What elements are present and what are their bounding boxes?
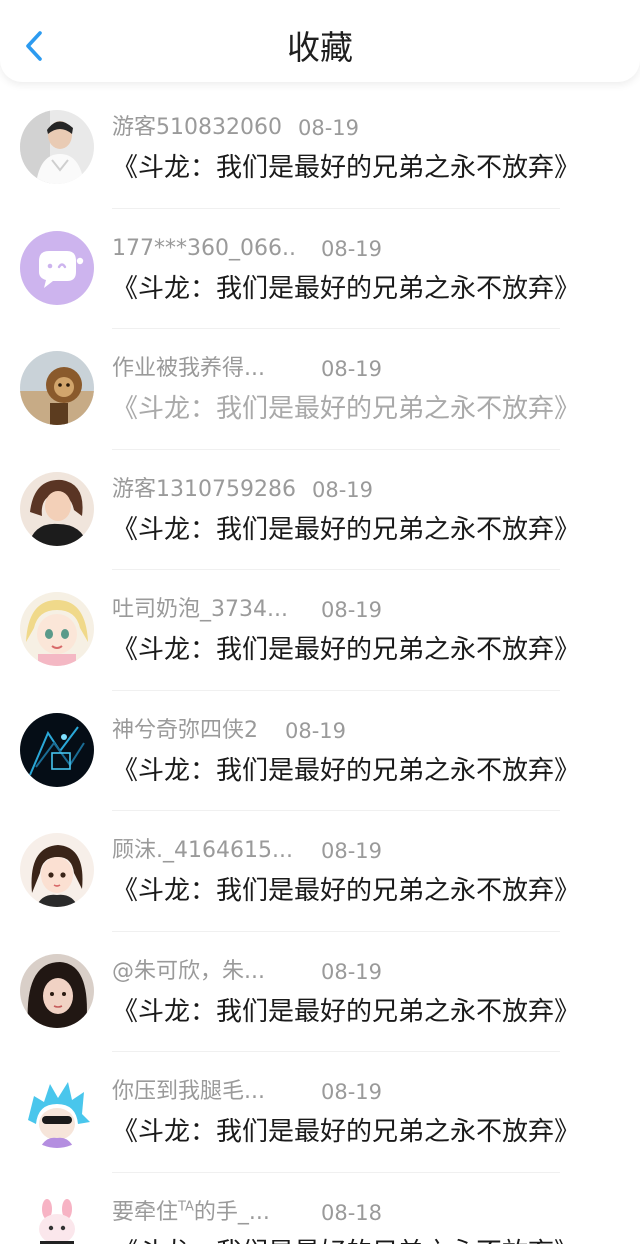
username: 游客1310759286 [112, 476, 296, 502]
favorite-title[interactable]: 《斗龙：我们是最好的兄弟之永不放弃》 [112, 873, 580, 909]
list-item[interactable]: 顾沫._4164615... 08-19 《斗龙：我们是最好的兄弟之永不放弃》 [0, 811, 640, 932]
favorite-title[interactable]: 《斗龙：我们是最好的兄弟之永不放弃》 [112, 512, 580, 548]
avatar[interactable] [20, 230, 94, 305]
avatar[interactable] [20, 1074, 94, 1148]
date: 08-19 [321, 839, 383, 863]
favorite-title[interactable]: 《斗龙：我们是最好的兄弟之永不放弃》 [112, 753, 580, 789]
list-item[interactable]: 要牵住TA的手_... 08-18 《斗龙：我们是最好的兄弟之永不放弃》 [0, 1173, 640, 1244]
username: 游客510832060 [112, 115, 282, 140]
username-superscript: TA [178, 1199, 194, 1215]
avatar[interactable] [20, 592, 94, 666]
favorite-title[interactable]: 《斗龙：我们是最好的兄弟之永不放弃》 [112, 994, 580, 1030]
favorite-title[interactable]: 《斗龙：我们是最好的兄弟之永不放弃》 [112, 391, 580, 427]
username-suffix: 的手_... [193, 1199, 270, 1225]
username: @朱可欣，朱... [112, 958, 265, 984]
page-title: 收藏 [287, 28, 353, 67]
date: 08-19 [298, 116, 360, 140]
favorites-page: 收藏 游客510832060 08-19 《斗龙：我们是最好的兄弟之永不放弃》 [0, 0, 640, 1244]
list-item[interactable]: 177***360_066... 08-19 《斗龙：我们是最好的兄弟之永不放弃… [0, 209, 640, 329]
username: 要牵住TA的手_... [112, 1199, 298, 1227]
favorite-title[interactable]: 《斗龙：我们是最好的兄弟之永不放弃》 [112, 1235, 580, 1244]
date: 08-19 [321, 236, 383, 261]
list-item[interactable]: 游客1310759286 08-19 《斗龙：我们是最好的兄弟之永不放弃》 [0, 450, 640, 570]
list-item[interactable]: 你压到我腿毛... 08-19 《斗龙：我们是最好的兄弟之永不放弃》 [0, 1052, 640, 1173]
date: 08-18 [321, 1200, 383, 1225]
date: 08-19 [312, 477, 374, 502]
list-item[interactable]: @朱可欣，朱... 08-19 《斗龙：我们是最好的兄弟之永不放弃》 [0, 932, 640, 1052]
username: 神兮奇弥四侠2 [112, 717, 258, 743]
username: 顾沫._4164615... [112, 838, 293, 863]
username: 作业被我养得... [112, 356, 265, 381]
avatar[interactable] [20, 471, 94, 546]
list-item[interactable]: 作业被我养得... 08-19 《斗龙：我们是最好的兄弟之永不放弃》 [0, 329, 640, 450]
date: 08-19 [285, 718, 347, 743]
favorites-list[interactable]: 游客510832060 08-19 《斗龙：我们是最好的兄弟之永不放弃》 177… [0, 88, 640, 1244]
username-prefix: 要牵住 [112, 1199, 179, 1225]
date: 08-19 [321, 357, 383, 381]
list-item[interactable]: 吐司奶泡_3734... 08-19 《斗龙：我们是最好的兄弟之永不放弃》 [0, 570, 640, 691]
username: 你压到我腿毛... [112, 1079, 265, 1104]
date: 08-19 [321, 1080, 383, 1104]
username: 吐司奶泡_3734... [112, 597, 288, 622]
avatar[interactable] [20, 1194, 94, 1244]
avatar[interactable] [20, 833, 94, 907]
favorite-title[interactable]: 《斗龙：我们是最好的兄弟之永不放弃》 [112, 632, 580, 668]
favorite-title[interactable]: 《斗龙：我们是最好的兄弟之永不放弃》 [112, 1114, 580, 1150]
avatar[interactable] [20, 110, 94, 184]
date: 08-19 [321, 598, 383, 622]
avatar[interactable] [20, 953, 94, 1028]
username: 177***360_066... [112, 235, 298, 261]
list-item[interactable]: 游客510832060 08-19 《斗龙：我们是最好的兄弟之永不放弃》 [0, 88, 640, 209]
date: 08-19 [321, 959, 383, 984]
top-bar: 收藏 [0, 0, 640, 82]
avatar[interactable] [20, 712, 94, 787]
list-item[interactable]: 神兮奇弥四侠2 08-19 《斗龙：我们是最好的兄弟之永不放弃》 [0, 691, 640, 811]
favorite-title[interactable]: 《斗龙：我们是最好的兄弟之永不放弃》 [112, 150, 580, 186]
avatar[interactable] [20, 351, 94, 425]
favorite-title[interactable]: 《斗龙：我们是最好的兄弟之永不放弃》 [112, 271, 580, 307]
